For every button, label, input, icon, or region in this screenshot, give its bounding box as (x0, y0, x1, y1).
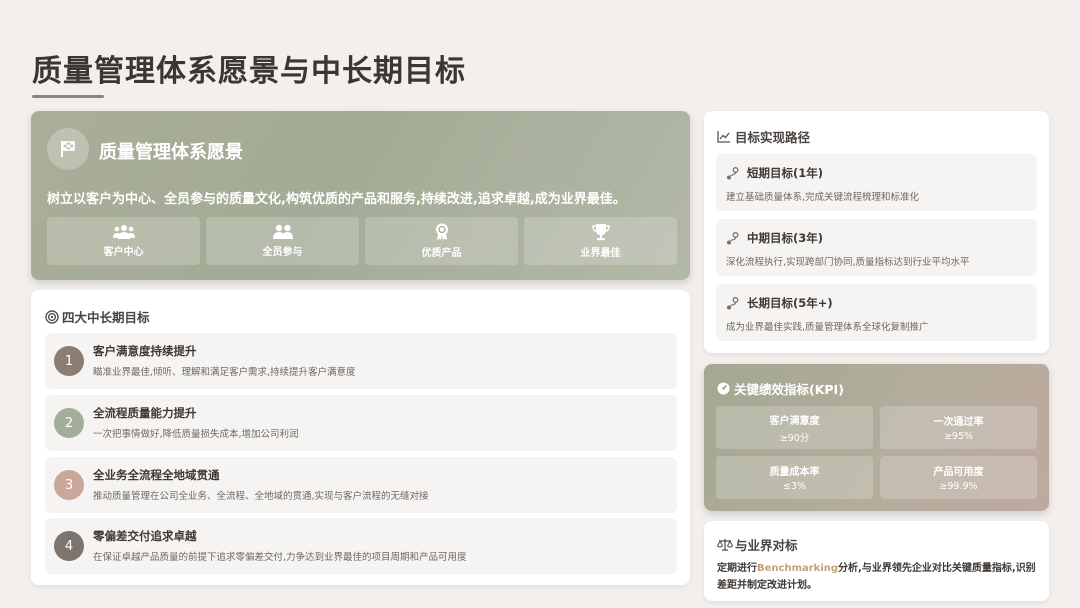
goal-title: 全业务全流程全地域贯通 (93, 468, 220, 482)
path-header-label: 目标实现路径 (735, 130, 811, 145)
goal-title: 全流程质量能力提升 (93, 406, 197, 420)
line-chart-icon (717, 131, 730, 143)
goal-item: 2 全流程质量能力提升 一次把事情做好,降低质量损失成本,增加公司利润 (45, 395, 677, 451)
goal-item: 3 全业务全流程全地域贯通 推动质量管理在公司全业务、全流程、全地域的贯通,实现… (45, 457, 677, 513)
goals-header-label: 四大中长期目标 (62, 310, 150, 325)
core-values: 客户中心 全员参与 优质产品 业界最佳 (47, 217, 677, 265)
kpi-name: 质量成本率 (769, 467, 820, 478)
kpi-name: 产品可用度 (933, 467, 984, 478)
goals-header: 四大中长期目标 (45, 307, 150, 326)
award-icon (435, 223, 448, 241)
kpi-target: ≥99.9% (939, 481, 978, 492)
value-all-participation: 全员参与 (206, 217, 359, 265)
kpi-item: 产品可用度 ≥99.9% (880, 456, 1037, 499)
goal-number-badge: 4 (54, 531, 84, 561)
benchmark-header-label: 与业界对标 (735, 538, 798, 553)
path-description: 成为业界最佳实践,质量管理体系全球化复制推广 (726, 322, 929, 333)
kpi-target: ≥95% (943, 431, 974, 442)
vision-title: 质量管理体系愿景 (99, 142, 243, 163)
path-description: 深化流程执行,实现跨部门协同,质量指标达到行业平均水平 (726, 257, 970, 268)
gauge-icon (717, 382, 730, 395)
kpi-name: 客户满意度 (769, 415, 820, 427)
goal-number-badge: 1 (54, 346, 84, 376)
value-label: 客户中心 (103, 247, 144, 258)
kpi-item: 质量成本率 ≤3% (716, 456, 873, 499)
kpi-item: 客户满意度 ≥90分 (716, 406, 873, 449)
path-item: 中期目标(3年) 深化流程执行,实现跨部门协同,质量指标达到行业平均水平 (716, 219, 1037, 276)
goal-number-badge: 3 (54, 470, 84, 500)
benchmark-header: 与业界对标 (717, 535, 798, 554)
value-customer-centric: 客户中心 (47, 217, 200, 265)
kpi-header: 关键绩效指标(KPI) (717, 379, 844, 398)
value-label: 业界最佳 (580, 248, 621, 259)
value-label: 全员参与 (262, 247, 303, 258)
path-item: 长期目标(5年+) 成为业界最佳实践,质量管理体系全球化复制推广 (716, 284, 1037, 341)
path-title: 短期目标(1年) (747, 166, 824, 180)
goal-description: 在保证卓越产品质量的前提下追求零偏差交付,力争达到业界最佳的项目周期和产品可用度 (93, 552, 467, 563)
vision-description: 树立以客户为中心、全员参与的质量文化,构筑优质的产品和服务,持续改进,追求卓越,… (47, 192, 626, 207)
trophy-icon (591, 224, 610, 241)
scale-icon (717, 539, 733, 551)
benchmark-text: 定期进行Benchmarking分析,与业界领先企业对比关键质量指标,识别差距并… (717, 560, 1042, 594)
goal-description: 一次把事情做好,降低质量损失成本,增加公司利润 (93, 429, 299, 440)
value-label: 优质产品 (421, 248, 462, 259)
benchmark-card: 与业界对标 定期进行Benchmarking分析,与业界领先企业对比关键质量指标… (704, 521, 1049, 601)
path-description: 建立基础质量体系,完成关键流程梳理和标准化 (726, 192, 920, 203)
goal-number-badge: 2 (54, 408, 84, 438)
route-icon (727, 166, 739, 179)
kpi-card: 关键绩效指标(KPI) 客户满意度 ≥90分 一次通过率 ≥95% 质量成本率 … (704, 364, 1049, 511)
page-title: 质量管理体系愿景与中长期目标 (32, 54, 466, 89)
kpi-name: 一次通过率 (933, 417, 984, 428)
goals-card: 四大中长期目标 1 客户满意度持续提升 瞄准业界最佳,倾听、理解和满足客户需求,… (31, 290, 690, 585)
value-quality-product: 优质产品 (365, 217, 518, 265)
vision-card: 质量管理体系愿景 树立以客户为中心、全员参与的质量文化,构筑优质的产品和服务,持… (31, 111, 690, 280)
title-underline (32, 95, 104, 98)
goal-title: 零偏差交付追求卓越 (93, 529, 197, 543)
kpi-target: ≤3% (782, 481, 807, 492)
team-icon (272, 224, 293, 239)
path-title: 长期目标(5年+) (747, 296, 833, 310)
path-item: 短期目标(1年) 建立基础质量体系,完成关键流程梳理和标准化 (716, 154, 1037, 211)
goal-item: 4 零偏差交付追求卓越 在保证卓越产品质量的前提下追求零偏差交付,力争达到业界最… (45, 518, 677, 574)
goal-item: 1 客户满意度持续提升 瞄准业界最佳,倾听、理解和满足客户需求,持续提升客户满意… (45, 333, 677, 389)
benchmark-highlight: Benchmarking (757, 563, 839, 574)
goal-description: 瞄准业界最佳,倾听、理解和满足客户需求,持续提升客户满意度 (93, 367, 356, 378)
users-icon (112, 225, 135, 239)
kpi-header-label: 关键绩效指标(KPI) (734, 382, 844, 397)
benchmark-text-before: 定期进行 (717, 563, 757, 574)
path-title: 中期目标(3年) (747, 231, 824, 245)
route-icon (727, 296, 739, 309)
route-icon (727, 231, 739, 244)
flag-icon (47, 128, 89, 170)
kpi-target: ≥90分 (779, 432, 810, 444)
path-header: 目标实现路径 (717, 127, 810, 146)
target-icon (45, 309, 59, 324)
path-card: 目标实现路径 短期目标(1年) 建立基础质量体系,完成关键流程梳理和标准化 中期… (704, 111, 1049, 353)
kpi-item: 一次通过率 ≥95% (880, 406, 1037, 449)
goal-description: 推动质量管理在公司全业务、全流程、全地域的贯通,实现与客户流程的无缝对接 (93, 491, 429, 502)
value-industry-best: 业界最佳 (524, 217, 677, 265)
goal-title: 客户满意度持续提升 (93, 344, 197, 358)
